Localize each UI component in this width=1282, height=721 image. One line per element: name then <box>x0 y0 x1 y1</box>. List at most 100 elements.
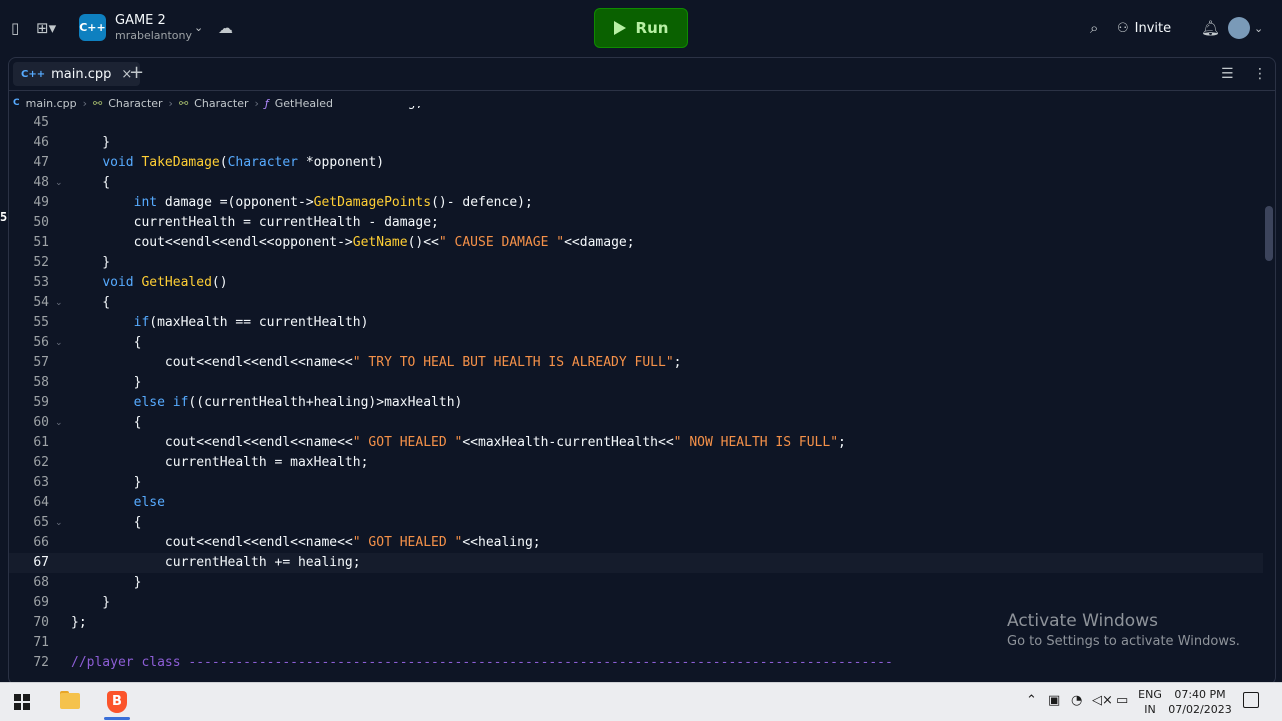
invite-button[interactable]: ⚇ Invite <box>1117 16 1171 40</box>
code-line[interactable]: 48 ⌄ { <box>9 173 1263 193</box>
code-line[interactable]: 66 cout<<endl<<endl<<name<<" GOT HEALED … <box>9 533 1263 553</box>
code-text: } <box>71 375 142 390</box>
file-explorer-icon[interactable] <box>60 693 80 709</box>
scrollbar-thumb[interactable] <box>1265 206 1273 261</box>
code-text: } <box>71 595 111 610</box>
line-number: 49 <box>33 195 49 210</box>
watermark-subtitle: Go to Settings to activate Windows. <box>1007 634 1240 649</box>
fold-chevron-icon[interactable]: ⌄ <box>55 336 63 350</box>
code-line[interactable]: 58 } <box>9 373 1263 393</box>
code-text: cout<< "HEALING " <<healing; <box>71 106 424 113</box>
fold-chevron-icon[interactable]: ⌄ <box>55 516 63 530</box>
code-text: { <box>71 415 142 430</box>
line-number: 52 <box>33 255 49 270</box>
cloud-sync-icon[interactable]: ☁ <box>218 20 233 36</box>
code-text: cout<<endl<<endl<<name<<" TRY TO HEAL BU… <box>71 355 682 370</box>
chevron-down-icon[interactable]: ⌄ <box>194 20 203 36</box>
code-line[interactable]: cout<< "HEALING " <<healing; <box>9 106 1263 113</box>
code-text: currentHealth += healing; <box>71 555 361 570</box>
run-button[interactable]: Run <box>594 8 688 48</box>
code-text: } <box>71 475 142 490</box>
tab-main-cpp[interactable]: C++ main.cpp × <box>13 62 141 86</box>
code-line[interactable]: 63 } <box>9 473 1263 493</box>
line-number: 66 <box>33 535 49 550</box>
windows-start-icon[interactable] <box>14 694 30 710</box>
speaker-muted-icon[interactable]: ◁× <box>1092 693 1113 709</box>
code-line[interactable]: 68 } <box>9 573 1263 593</box>
meet-now-icon[interactable]: ▣ <box>1048 693 1060 709</box>
notifications-icon[interactable] <box>1243 692 1259 708</box>
code-line[interactable]: 72 //player class -----------------------… <box>9 653 1263 673</box>
line-number: 57 <box>33 355 49 370</box>
code-line[interactable]: 60 ⌄ { <box>9 413 1263 433</box>
code-text: { <box>71 335 142 350</box>
line-number: 69 <box>33 595 49 610</box>
code-text: }; <box>71 615 87 630</box>
search-icon[interactable]: ⌕ <box>1090 20 1098 36</box>
code-text: cout<<endl<<endl<<name<<" GOT HEALED "<<… <box>71 535 541 550</box>
line-number: 62 <box>33 455 49 470</box>
sidebar-toggle-icon[interactable]: ▯ <box>11 20 19 36</box>
brave-browser-icon[interactable]: B <box>107 691 127 713</box>
clock-time: 07:40 PM <box>1174 688 1226 701</box>
clock-date: 07/02/2023 <box>1168 703 1232 716</box>
file-menu-icon[interactable]: ☰ <box>1221 67 1234 81</box>
more-options-icon[interactable]: ⋮ <box>1253 67 1267 81</box>
code-text: } <box>71 135 111 150</box>
code-line[interactable]: 51 cout<<endl<<endl<<opponent->GetName()… <box>9 233 1263 253</box>
add-user-icon: ⚇ <box>1117 20 1129 36</box>
workspace-menu-icon[interactable]: ⊞▾ <box>36 20 56 36</box>
code-text: if(maxHealth == currentHealth) <box>133 315 369 330</box>
code-line[interactable]: 62 currentHealth = maxHealth; <box>9 453 1263 473</box>
code-line[interactable]: 67 currentHealth += healing; <box>9 553 1263 573</box>
code-text: cout<<endl<<endl<<name<<" GOT HEALED "<<… <box>71 435 846 450</box>
scrollbar-track[interactable] <box>1265 106 1275 681</box>
code-line[interactable]: 47 void TakeDamage(Character *opponent) <box>9 153 1263 173</box>
code-line[interactable]: 53 void GetHealed() <box>9 273 1263 293</box>
battery-icon[interactable]: ▭ <box>1116 693 1128 709</box>
bell-icon[interactable]: 🔔︎ <box>1201 20 1220 36</box>
code-line[interactable]: 56 ⌄ { <box>9 333 1263 353</box>
cpp-file-icon: C++ <box>21 68 46 80</box>
line-number: 63 <box>33 475 49 490</box>
repl-owner[interactable]: mrabelantony <box>115 29 192 42</box>
line-number: 47 <box>33 155 49 170</box>
avatar[interactable] <box>1228 17 1250 39</box>
fold-chevron-icon[interactable]: ⌄ <box>55 296 63 310</box>
code-text: else <box>133 495 165 510</box>
line-number: 55 <box>33 315 49 330</box>
code-text: currentHealth = maxHealth; <box>71 455 369 470</box>
repl-language-logo: C++ <box>79 14 106 41</box>
code-line[interactable]: 55 if(maxHealth == currentHealth) <box>9 313 1263 333</box>
code-line[interactable]: 49 int damage =(opponent->GetDamagePoint… <box>9 193 1263 213</box>
code-editor[interactable]: cout<< "HEALING " <<healing;4546 }47 voi… <box>9 106 1263 684</box>
line-number: 56 <box>33 335 49 350</box>
language-indicator[interactable]: ENG IN <box>1138 687 1162 717</box>
line-number: 53 <box>33 275 49 290</box>
repl-name[interactable]: GAME 2 <box>115 13 166 28</box>
code-line[interactable]: 52 } <box>9 253 1263 273</box>
chevron-up-icon[interactable]: ⌃ <box>1026 693 1037 709</box>
code-line[interactable]: 50 currentHealth = currentHealth - damag… <box>9 213 1263 233</box>
code-text: else if((currentHealth+healing)>maxHealt… <box>133 395 463 410</box>
code-line[interactable]: 59 else if((currentHealth+healing)>maxHe… <box>9 393 1263 413</box>
code-line[interactable]: 54 ⌄ { <box>9 293 1263 313</box>
line-number: 58 <box>33 375 49 390</box>
activate-windows-watermark: Activate Windows Go to Settings to activ… <box>1007 610 1240 651</box>
code-line[interactable]: 57 cout<<endl<<endl<<name<<" TRY TO HEAL… <box>9 353 1263 373</box>
code-line[interactable]: 45 <box>9 113 1263 133</box>
code-text: currentHealth = currentHealth - damage; <box>71 215 439 230</box>
code-line[interactable]: 61 cout<<endl<<endl<<name<<" GOT HEALED … <box>9 433 1263 453</box>
fold-chevron-icon[interactable]: ⌄ <box>55 176 63 190</box>
line-number: 61 <box>33 435 49 450</box>
code-line[interactable]: 65 ⌄ { <box>9 513 1263 533</box>
system-clock[interactable]: 07:40 PM 07/02/2023 <box>1168 687 1232 717</box>
tab-bar: C++ main.cpp × + ☰ ⋮ <box>9 58 1275 91</box>
code-line[interactable]: 46 } <box>9 133 1263 153</box>
wifi-icon[interactable]: ◔ <box>1071 693 1082 709</box>
fold-chevron-icon[interactable]: ⌄ <box>55 416 63 430</box>
line-number: 70 <box>33 615 49 630</box>
code-line[interactable]: 64 else <box>9 493 1263 513</box>
avatar-chevron-icon[interactable]: ⌄ <box>1254 21 1263 37</box>
new-tab-icon[interactable]: + <box>129 64 144 82</box>
